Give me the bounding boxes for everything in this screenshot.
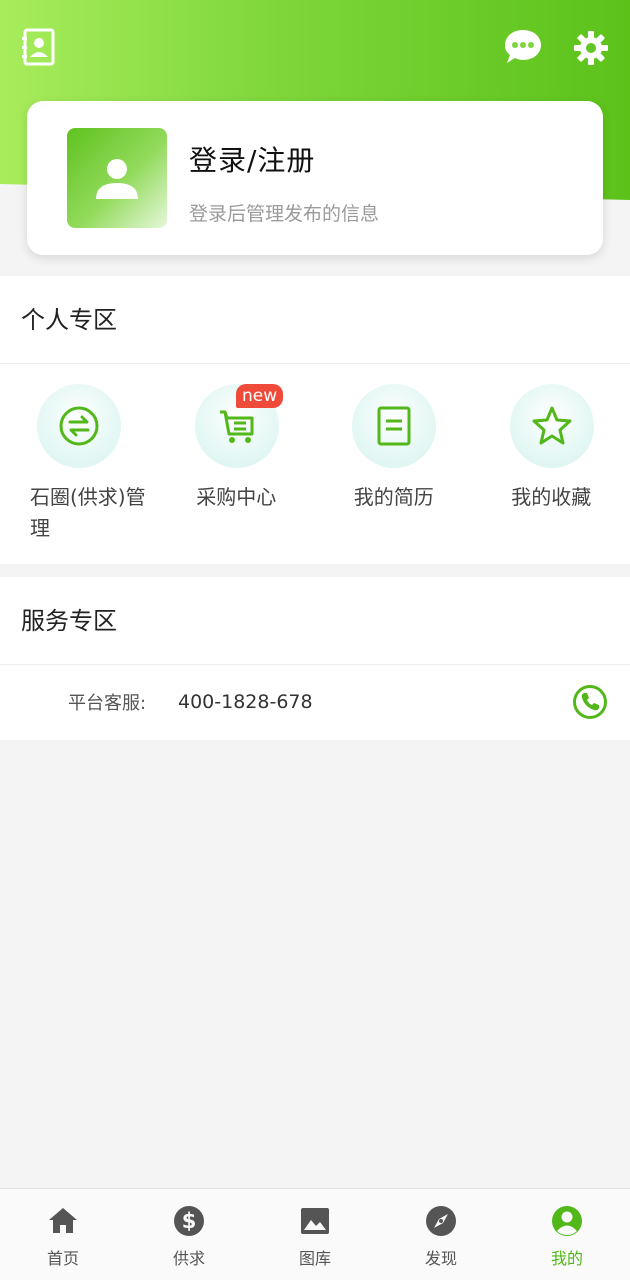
login-subtitle: 登录后管理发布的信息 [189, 203, 380, 225]
customer-service-row[interactable]: 平台客服: 400-1828-678 [0, 665, 630, 739]
phone-icon[interactable] [572, 684, 608, 724]
nav-item-discover[interactable]: 发现 [378, 1189, 504, 1280]
nav-label: 图库 [298, 1249, 331, 1268]
personal-grid: 石圈(供求)管理 采购中心 我的简历 我的收藏 [0, 364, 630, 564]
grid-label: 我的简历 [353, 485, 434, 509]
nav-item-supply[interactable]: $ 供求 [126, 1189, 252, 1280]
profile-header: 登录/注册 登录后管理发布的信息 [0, 0, 630, 275]
avatar[interactable] [67, 128, 167, 228]
grid-label: 我的收藏 [511, 485, 592, 509]
personal-section: 个人专区 石圈(供求)管理 采购中心 我的简历 我的收藏 [0, 276, 630, 564]
image-icon [299, 1205, 331, 1241]
grid-label: 石圈(供求)管理 [30, 485, 146, 540]
grid-item-stone-circle[interactable]: 石圈(供求)管理 [0, 364, 158, 564]
login-register-title[interactable]: 登录/注册 [189, 139, 315, 179]
star-icon [532, 406, 571, 445]
nav-label: 我的 [550, 1249, 583, 1268]
user-icon [96, 159, 138, 199]
grid-label: 采购中心 [196, 485, 277, 509]
service-section: 服务专区 平台客服: 400-1828-678 [0, 577, 630, 740]
service-section-title: 服务专区 [0, 577, 630, 665]
svg-text:$: $ [182, 1209, 197, 1233]
nav-item-gallery[interactable]: 图库 [252, 1189, 378, 1280]
nav-label: 发现 [424, 1249, 457, 1268]
grid-item-my-favorites[interactable]: 我的收藏 [473, 364, 630, 564]
document-icon [377, 406, 411, 446]
nav-label: 供求 [172, 1249, 205, 1268]
nav-item-mine[interactable]: 我的 [504, 1189, 630, 1280]
grid-item-my-resume[interactable]: 我的简历 [315, 364, 473, 564]
dollar-icon: $ [173, 1205, 205, 1241]
chat-icon[interactable] [503, 28, 543, 70]
new-badge: new [236, 384, 284, 408]
bottom-nav: 首页 $ 供求 图库 发现 我的 [0, 1188, 630, 1280]
cart-icon [219, 410, 253, 443]
nav-label: 首页 [46, 1249, 79, 1268]
exchange-icon [59, 406, 99, 446]
login-card[interactable]: 登录/注册 登录后管理发布的信息 [27, 101, 603, 255]
personal-section-title: 个人专区 [0, 276, 630, 364]
contact-card-icon[interactable] [22, 28, 56, 70]
service-phone-number: 400-1828-678 [178, 691, 313, 713]
service-label: 平台客服: [68, 693, 147, 714]
user-circle-icon [551, 1205, 583, 1241]
compass-icon [425, 1205, 457, 1241]
gear-icon[interactable] [573, 30, 609, 70]
nav-item-home[interactable]: 首页 [0, 1189, 126, 1280]
home-icon [47, 1205, 79, 1241]
